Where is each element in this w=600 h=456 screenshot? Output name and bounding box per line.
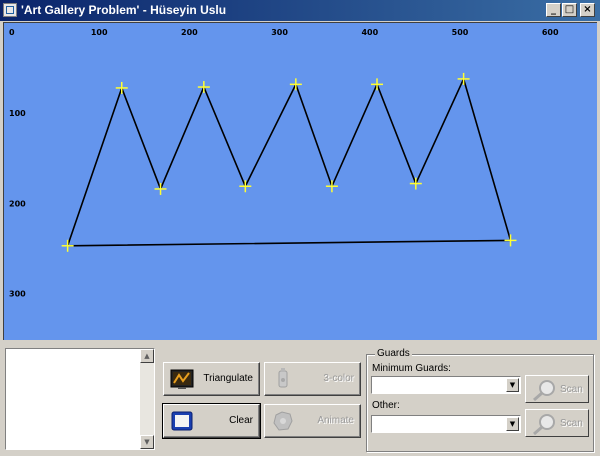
triangulate-button[interactable]: Triangulate [163, 362, 260, 396]
close-button[interactable]: × [580, 3, 595, 17]
chevron-down-icon[interactable]: ▼ [506, 378, 519, 392]
gallery-polygon [66, 76, 512, 247]
vertex-marker [239, 180, 252, 193]
y-tick-label: 200 [9, 199, 26, 208]
vertex-marker [409, 177, 422, 190]
other-guards-label: Other: [372, 400, 400, 411]
x-tick-label: 600 [542, 28, 559, 37]
vertex-marker [289, 78, 302, 91]
x-tick-label: 0 [9, 28, 15, 37]
vertex-marker [371, 78, 384, 91]
output-list-scrollbar[interactable]: ▲ ▼ [140, 349, 154, 449]
y-axis-ticks: 100 200 300 [9, 109, 26, 298]
clear-icon [171, 411, 193, 431]
y-tick-label: 300 [9, 290, 26, 299]
x-tick-label: 300 [271, 28, 288, 37]
x-axis-ticks: 0 100 200 300 400 500 600 [9, 28, 559, 37]
scan-other-button[interactable]: Scan [525, 409, 589, 437]
scroll-down-icon[interactable]: ▼ [140, 435, 154, 449]
chevron-down-icon[interactable]: ▼ [506, 417, 519, 431]
clear-button[interactable]: Clear [162, 403, 261, 439]
scan-minimum-button[interactable]: Scan [525, 375, 589, 403]
scroll-up-icon[interactable]: ▲ [140, 349, 154, 363]
x-tick-label: 500 [452, 28, 469, 37]
drawing-canvas[interactable]: 0 100 200 300 400 500 600 100 200 300 [3, 22, 597, 340]
vertex-marker [61, 239, 74, 252]
title-bar[interactable]: 'Art Gallery Problem' - Hüseyin Uslu _ □… [0, 0, 600, 21]
vertex-marker [197, 81, 210, 94]
three-color-button[interactable]: 3-color [264, 362, 361, 396]
scan-other-label: Scan [560, 418, 583, 429]
output-list[interactable]: ▲ ▼ [5, 348, 155, 450]
scan-minimum-label: Scan [560, 384, 583, 395]
control-panel: ▲ ▼ Triangulate 3-color Clear Animate Gu… [0, 342, 600, 456]
triangulate-icon [170, 369, 194, 389]
minimum-guards-select[interactable]: ▼ [371, 376, 521, 394]
magnifier-icon [533, 414, 555, 436]
animate-button[interactable]: Animate [264, 404, 361, 438]
vertex-marker [115, 81, 128, 94]
vertex-marker [457, 72, 470, 85]
paint-bucket-icon [278, 368, 288, 388]
clear-label: Clear [229, 415, 253, 426]
vertex-marker [504, 234, 517, 247]
gallery-polygon-outline [66, 76, 512, 247]
vertex-marker [325, 180, 338, 193]
y-tick-label: 100 [9, 109, 26, 118]
vertex-marker [154, 182, 167, 195]
x-tick-label: 100 [91, 28, 108, 37]
guards-legend: Guards [375, 348, 412, 359]
minimum-guards-label: Minimum Guards: [372, 363, 451, 374]
animate-label: Animate [317, 415, 354, 426]
polygon-plot[interactable]: 0 100 200 300 400 500 600 100 200 300 [4, 23, 597, 340]
x-tick-label: 400 [361, 28, 378, 37]
minimize-button[interactable]: _ [546, 3, 561, 17]
magnifier-icon [533, 380, 555, 402]
animate-icon [273, 411, 293, 431]
triangulate-label: Triangulate [203, 373, 253, 384]
x-tick-label: 200 [181, 28, 198, 37]
maximize-button[interactable]: □ [562, 3, 577, 17]
app-window: 'Art Gallery Problem' - Hüseyin Uslu _ □… [0, 0, 600, 456]
other-guards-select[interactable]: ▼ [371, 415, 521, 433]
three-color-label: 3-color [323, 373, 354, 384]
app-icon [3, 3, 17, 17]
window-title: 'Art Gallery Problem' - Hüseyin Uslu [21, 3, 227, 17]
